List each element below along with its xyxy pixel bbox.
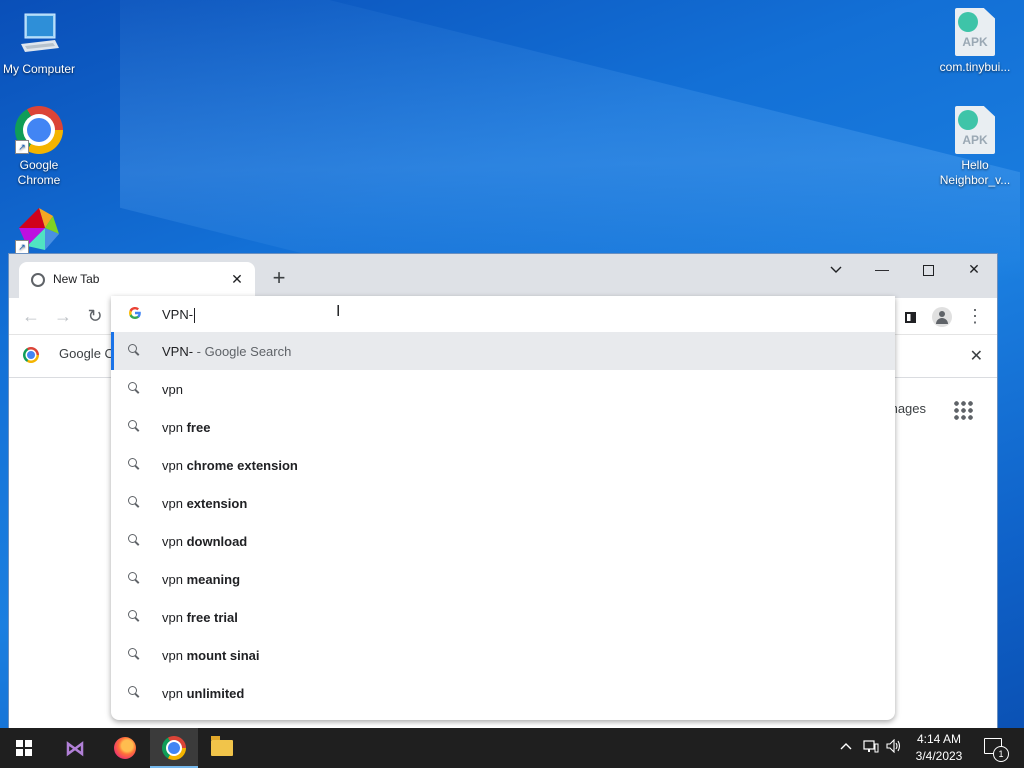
desktop-icon-label: com.tinybui... [939, 60, 1011, 74]
infobar-close-icon[interactable]: ✕ [970, 346, 983, 366]
maximize-button[interactable] [905, 254, 951, 284]
menu-kebab-icon[interactable]: ⋮ [963, 304, 987, 328]
computer-icon [15, 10, 63, 58]
clock-date: 3/4/2023 [915, 749, 963, 763]
suggestion-item[interactable]: vpn chrome extension [111, 446, 895, 484]
search-icon [128, 420, 138, 430]
windows-logo-icon [16, 740, 32, 756]
taskbar-file-explorer[interactable] [198, 728, 246, 768]
search-icon [128, 686, 138, 696]
tab-new-tab[interactable]: New Tab ✕ [19, 262, 255, 298]
taskbar-visual-studio[interactable]: ⋈ [50, 728, 98, 768]
forward-arrow-icon[interactable]: → [51, 304, 75, 328]
show-hidden-icons-chevron-icon[interactable] [840, 738, 852, 753]
desktop-icon-label: My Computer [2, 62, 76, 76]
title-bar: New Tab ✕ + — ✕ [9, 254, 997, 298]
minimize-button[interactable]: — [859, 254, 905, 284]
folder-icon [211, 736, 233, 756]
desktop-icon-label: Google Chrome [17, 158, 61, 187]
suggestion-item[interactable]: vpn mount sinai [111, 636, 895, 674]
address-input[interactable]: VPN- [162, 307, 196, 324]
taskbar-firefox[interactable] [100, 728, 148, 768]
back-arrow-icon[interactable]: ← [19, 304, 43, 328]
mouse-ibeam-cursor-icon: I [336, 303, 341, 320]
suggestion-item[interactable]: vpn download [111, 522, 895, 560]
chrome-icon: ↗ [15, 106, 63, 154]
desktop-icon-apk-tinybuild[interactable]: APK com.tinybui... [936, 8, 1014, 75]
visual-studio-icon: ⋈ [65, 738, 85, 760]
firefox-icon [114, 737, 136, 759]
aperture-app-icon: ↗ [15, 206, 63, 254]
reload-icon[interactable]: ↻ [83, 304, 107, 328]
tab-close-icon[interactable]: ✕ [227, 269, 247, 289]
search-icon [128, 534, 138, 544]
shortcut-arrow-icon: ↗ [15, 140, 29, 154]
suggestion-item[interactable]: vpn extension [111, 484, 895, 522]
system-clock[interactable]: 4:14 AM 3/4/2023 [900, 731, 978, 765]
search-icon [128, 648, 138, 658]
search-icon [128, 572, 138, 582]
taskbar: ⋈ 4:14 AM 3/4/2023 1 [0, 728, 1024, 768]
search-icon [128, 458, 138, 468]
google-apps-icon[interactable] [953, 400, 973, 420]
apk-file-icon: APK [951, 106, 999, 154]
chrome-icon [23, 346, 39, 363]
side-panel-icon[interactable] [898, 304, 922, 328]
taskbar-chrome[interactable] [150, 728, 198, 768]
suggestion-item[interactable]: vpn free trial [111, 598, 895, 636]
suggestion-search-google[interactable]: VPN- - Google Search [111, 332, 895, 370]
omnibox-dropdown: VPN- VPN- - Google Search vpn vpn free v… [111, 296, 895, 720]
shortcut-arrow-icon: ↗ [15, 240, 29, 254]
google-g-icon [128, 306, 142, 323]
desktop-icon-label: Hello Neighbor_v... [939, 158, 1011, 187]
new-tab-button[interactable]: + [267, 266, 291, 290]
suggestion-item[interactable]: vpn unlimited [111, 674, 895, 712]
bookmark-google-chrome[interactable]: Google C [23, 346, 114, 363]
close-window-button[interactable]: ✕ [951, 254, 997, 284]
start-button[interactable] [0, 728, 48, 768]
suggestion-item[interactable]: vpn free [111, 408, 895, 446]
search-icon [128, 382, 138, 392]
tab-title: New Tab [53, 272, 100, 286]
suggestion-item[interactable]: vpn meaning [111, 560, 895, 598]
suggestion-item[interactable]: vpn [111, 370, 895, 408]
desktop-icon-google-chrome[interactable]: ↗ Google Chrome [0, 106, 78, 188]
search-icon [128, 610, 138, 620]
network-icon[interactable] [863, 740, 879, 757]
desktop-icon-apk-hello-neighbor[interactable]: APK Hello Neighbor_v... [936, 106, 1014, 188]
desktop-icon-my-computer[interactable]: My Computer [0, 10, 78, 77]
address-bar[interactable]: VPN- [111, 296, 895, 332]
search-icon [128, 344, 138, 354]
apk-file-icon: APK [951, 8, 999, 56]
desktop-icon-app[interactable]: ↗ [0, 206, 78, 258]
notification-count-badge: 1 [993, 746, 1009, 762]
chrome-tab-icon [31, 273, 45, 287]
tab-search-icon[interactable] [813, 254, 859, 284]
profile-avatar-icon[interactable] [930, 304, 954, 328]
clock-time: 4:14 AM [916, 732, 962, 746]
chrome-icon [162, 736, 186, 760]
search-icon [128, 496, 138, 506]
